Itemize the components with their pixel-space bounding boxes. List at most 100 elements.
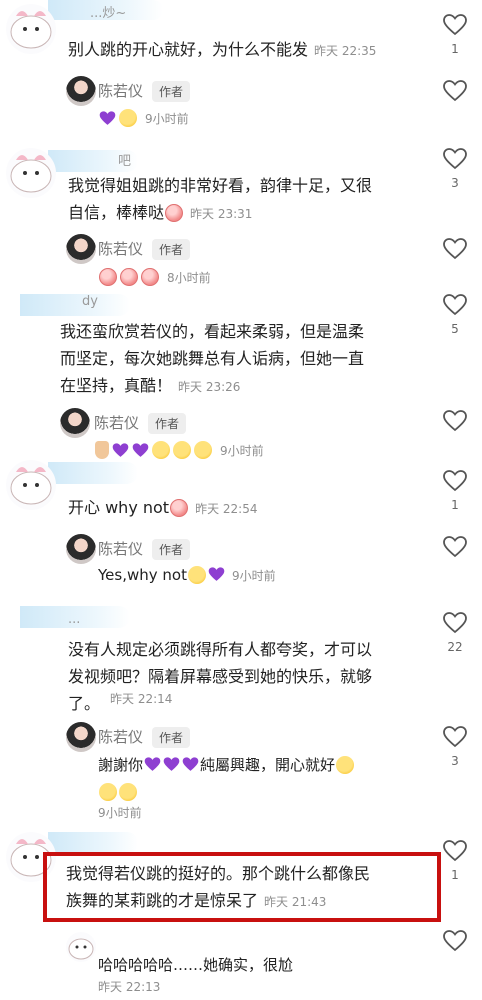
comment-text: 我觉得姐姐跳的非常好看，韵律十足，又很 自信，棒棒哒 昨天 23:31 (68, 176, 373, 222)
author-badge: 作者 (152, 81, 191, 102)
comment-username[interactable]: dy (82, 294, 98, 309)
peach-icon (99, 268, 117, 286)
reply-time: 昨天 22:13 (98, 980, 161, 994)
like-count: 1 (451, 498, 459, 512)
author-avatar[interactable] (66, 234, 96, 264)
username-highlight (20, 294, 130, 316)
like-button[interactable] (443, 536, 467, 558)
reply-emojis: 9小时前 (98, 109, 189, 127)
kiss-face-icon (173, 441, 191, 459)
like-button[interactable] (443, 470, 467, 492)
author-avatar[interactable] (66, 534, 96, 564)
like-count: 3 (451, 754, 459, 768)
comment-text: 我还蛮欣赏若仪的，看起来柔弱，但是温柔 而坚定，每次她跳舞总有人诟病，但她一直 … (60, 322, 365, 395)
reply-avatar[interactable] (66, 932, 96, 962)
heart-outline-icon (443, 930, 467, 952)
purple-heart-icon (163, 757, 180, 771)
reply-username[interactable]: 陈若仪 (94, 412, 139, 433)
username-highlight (48, 832, 138, 854)
heart-outline-icon (443, 80, 467, 102)
author-avatar[interactable] (66, 722, 96, 752)
like-button[interactable] (443, 148, 467, 170)
comment-time: 昨天 23:31 (190, 207, 253, 221)
purple-heart-icon (132, 442, 149, 457)
heart-outline-icon (443, 238, 467, 260)
reply-time: 9小时前 (145, 111, 189, 126)
kiss-face-icon (99, 783, 117, 801)
praying-hands-icon (95, 441, 109, 459)
highlight-box (43, 852, 441, 922)
reply-text: 哈哈哈哈哈……她确实，很尬 (98, 956, 294, 974)
like-count: 3 (451, 176, 459, 190)
like-button[interactable] (443, 930, 467, 952)
like-button[interactable] (443, 80, 467, 102)
like-count: 1 (451, 868, 459, 882)
avatar[interactable] (6, 148, 56, 198)
heart-outline-icon (443, 14, 467, 36)
purple-heart-icon (112, 442, 129, 457)
kiss-face-icon (194, 441, 212, 459)
purple-heart-icon (144, 757, 161, 771)
reply-username[interactable]: 陈若仪 (98, 80, 143, 101)
reply-username[interactable]: 陈若仪 (98, 538, 143, 559)
comment-time: 昨天 22:35 (314, 44, 377, 58)
author-avatar[interactable] (66, 76, 96, 106)
like-button[interactable] (443, 840, 467, 862)
reply-time: 8小时前 (167, 270, 211, 285)
comment-time: 昨天 22:54 (195, 502, 258, 516)
heart-outline-icon (443, 148, 467, 170)
heart-outline-icon (443, 536, 467, 558)
comment-username[interactable]: ...炒~ (90, 2, 126, 21)
reply-emojis: 8小时前 (98, 268, 211, 286)
like-button[interactable] (443, 612, 467, 634)
like-count: 22 (447, 640, 463, 654)
like-button[interactable] (443, 14, 467, 36)
username-highlight (48, 462, 138, 484)
peach-icon (165, 204, 184, 222)
like-button[interactable] (443, 410, 467, 432)
peach-icon (170, 499, 189, 517)
reply-time: 9小时前 (231, 569, 276, 583)
author-badge: 作者 (148, 413, 187, 434)
heart-outline-icon (443, 410, 467, 432)
kiss-face-icon (152, 441, 170, 459)
reply-emojis: 9小时前 (94, 441, 264, 459)
comment-text: 开心 why not 昨天 22:54 (68, 498, 258, 517)
laughing-face-icon (187, 566, 206, 584)
comment-time: 昨天 23:26 (178, 380, 241, 394)
like-count: 1 (451, 42, 459, 56)
reply-username[interactable]: 陈若仪 (98, 238, 143, 259)
kiss-face-icon (336, 756, 355, 774)
heart-outline-icon (443, 470, 467, 492)
purple-heart-icon (99, 110, 116, 125)
like-button[interactable] (443, 726, 467, 748)
heart-outline-icon (443, 294, 467, 316)
comment-text: 别人跳的开心就好，为什么不能发 昨天 22:35 (68, 40, 377, 59)
heart-outline-icon (443, 840, 467, 862)
avatar[interactable] (6, 4, 56, 54)
kiss-face-icon (119, 783, 137, 801)
like-button[interactable] (443, 238, 467, 260)
author-badge: 作者 (152, 727, 191, 748)
reply-time: 9小时前 (220, 443, 264, 458)
avatar[interactable] (6, 460, 56, 510)
reply-text: Yes,why not 9小时前 (98, 566, 276, 584)
party-face-icon (119, 109, 137, 127)
like-count: 5 (451, 322, 459, 336)
reply-text: 謝謝你 純屬興趣，開心就好 (98, 752, 355, 806)
author-avatar[interactable] (60, 408, 90, 438)
purple-heart-icon (208, 567, 225, 581)
peach-icon (141, 268, 159, 286)
author-badge: 作者 (152, 239, 191, 260)
heart-outline-icon (443, 726, 467, 748)
comment-time: 昨天 22:14 (110, 692, 173, 706)
reply-username[interactable]: 陈若仪 (98, 726, 143, 747)
purple-heart-icon (182, 757, 199, 771)
comment-username[interactable]: ... (68, 612, 80, 627)
reply-time: 9小时前 (98, 806, 142, 820)
like-button[interactable] (443, 294, 467, 316)
peach-icon (120, 268, 138, 286)
author-badge: 作者 (152, 539, 191, 560)
heart-outline-icon (443, 612, 467, 634)
comment-username[interactable]: 吧 (118, 150, 131, 169)
